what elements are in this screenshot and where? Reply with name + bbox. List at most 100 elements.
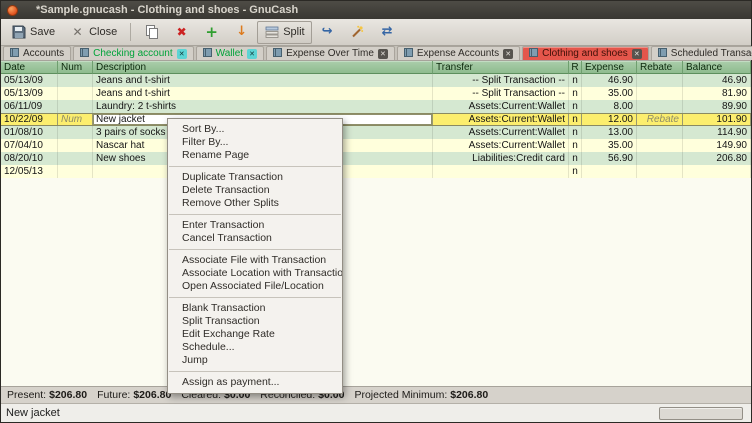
context-menu-item[interactable]: Edit Exchange Rate <box>168 328 342 341</box>
column-header-balance[interactable]: Balance <box>683 61 751 74</box>
tab-close-icon[interactable]: ✕ <box>177 49 187 59</box>
cell-description[interactable]: Jeans and t-shirt <box>93 74 433 87</box>
column-header-num[interactable]: Num <box>58 61 93 74</box>
cell-transfer[interactable] <box>433 165 569 178</box>
cell-date[interactable]: 10/22/09 <box>1 114 58 125</box>
column-header-rebate[interactable]: Rebate <box>637 61 683 74</box>
enter-transaction-button[interactable]: + <box>197 21 226 44</box>
cell-rebate[interactable] <box>637 139 683 152</box>
cell-date[interactable]: 06/11/09 <box>1 100 58 113</box>
cell-expense[interactable] <box>582 165 637 178</box>
cell-expense[interactable]: 46.90 <box>582 74 637 87</box>
context-menu-item[interactable]: Cancel Transaction <box>168 232 342 245</box>
cell-transfer[interactable]: Assets:Current:Wallet <box>433 114 569 125</box>
cell-num[interactable] <box>58 87 93 100</box>
context-menu-item[interactable]: Associate File with Transaction <box>168 254 342 267</box>
window-close-button[interactable] <box>7 5 18 16</box>
cell-transfer[interactable]: Liabilities:Credit card <box>433 152 569 165</box>
context-menu-item[interactable]: Duplicate Transaction <box>168 171 342 184</box>
cell-expense[interactable]: 13.00 <box>582 126 637 139</box>
cell-transfer[interactable]: -- Split Transaction -- <box>433 74 569 87</box>
close-button[interactable]: ✕ Close <box>63 21 124 44</box>
cell-num[interactable] <box>58 74 93 87</box>
transaction-row[interactable]: 01/08/10 3 pairs of socks Assets:Current… <box>1 126 751 139</box>
cell-date[interactable]: 07/04/10 <box>1 139 58 152</box>
column-header-reconcile[interactable]: R <box>569 61 582 74</box>
column-header-expense[interactable]: Expense <box>582 61 637 74</box>
context-menu-item[interactable]: Schedule... <box>168 341 342 354</box>
context-menu-item[interactable]: Rename Page <box>168 149 342 162</box>
cell-reconcile-flag[interactable]: n <box>569 126 582 139</box>
page-tab[interactable]: Scheduled Transactions ✕ <box>651 46 752 60</box>
cell-reconcile-flag[interactable]: n <box>569 100 582 113</box>
context-menu-item[interactable]: Blank Transaction <box>168 302 342 315</box>
cell-date[interactable]: 05/13/09 <box>1 87 58 100</box>
cell-reconcile-flag[interactable]: n <box>569 152 582 165</box>
context-menu-item[interactable]: Sort By... <box>168 123 342 136</box>
schedule-button[interactable] <box>343 21 372 44</box>
transaction-row[interactable]: 12/05/13 n <box>1 165 751 178</box>
context-menu-item[interactable]: Delete Transaction <box>168 184 342 197</box>
split-toggle-button[interactable]: Split <box>257 21 311 44</box>
cell-expense[interactable]: 56.90 <box>582 152 637 165</box>
cell-description[interactable]: Jeans and t-shirt <box>93 87 433 100</box>
page-tab[interactable]: Checking account ✕ <box>73 46 194 60</box>
transaction-row[interactable]: 06/11/09 Laundry: 2 t-shirts Assets:Curr… <box>1 100 751 113</box>
transaction-row[interactable]: 08/20/10 New shoes Liabilities:Credit ca… <box>1 152 751 165</box>
cell-num[interactable] <box>58 100 93 113</box>
context-menu-item[interactable]: Split Transaction <box>168 315 342 328</box>
cell-rebate[interactable] <box>637 87 683 100</box>
cell-rebate[interactable]: Rebate <box>637 114 683 125</box>
cell-transfer[interactable]: Assets:Current:Wallet <box>433 100 569 113</box>
titlebar[interactable]: *Sample.gnucash - Clothing and shoes - G… <box>1 1 751 19</box>
cell-transfer[interactable]: -- Split Transaction -- <box>433 87 569 100</box>
cell-rebate[interactable] <box>637 165 683 178</box>
column-header-transfer[interactable]: Transfer <box>433 61 569 74</box>
transfer-button[interactable]: ⇄ <box>373 21 402 44</box>
cell-expense[interactable]: 35.00 <box>582 139 637 152</box>
tab-close-icon[interactable]: ✕ <box>503 49 513 59</box>
context-menu-item[interactable]: Jump <box>168 354 342 367</box>
duplicate-transaction-button[interactable] <box>137 21 166 44</box>
tab-close-icon[interactable]: ✕ <box>632 49 642 59</box>
context-menu-item[interactable]: Remove Other Splits <box>168 197 342 210</box>
cell-date[interactable]: 01/08/10 <box>1 126 58 139</box>
transaction-row[interactable]: 05/13/09 Jeans and t-shirt -- Split Tran… <box>1 74 751 87</box>
cell-rebate[interactable] <box>637 74 683 87</box>
cell-rebate[interactable] <box>637 100 683 113</box>
tab-close-icon[interactable]: ✕ <box>247 49 257 59</box>
page-tab[interactable]: Expense Over Time ✕ <box>266 46 395 60</box>
cell-date[interactable]: 05/13/09 <box>1 74 58 87</box>
cell-rebate[interactable] <box>637 152 683 165</box>
page-tab[interactable]: Wallet ✕ <box>196 46 264 60</box>
cell-expense[interactable]: 35.00 <box>582 87 637 100</box>
context-menu-item[interactable]: Open Associated File/Location <box>168 280 342 293</box>
save-button[interactable]: Save <box>4 21 62 44</box>
context-menu-item[interactable]: Enter Transaction <box>168 219 342 232</box>
cell-reconcile-flag[interactable]: n <box>569 74 582 87</box>
cell-reconcile-flag[interactable]: n <box>569 114 582 125</box>
cell-num[interactable]: Num <box>58 114 93 125</box>
page-tab[interactable]: Accounts ✕ <box>3 46 71 60</box>
cell-transfer[interactable]: Assets:Current:Wallet <box>433 126 569 139</box>
transaction-row[interactable]: 05/13/09 Jeans and t-shirt -- Split Tran… <box>1 87 751 100</box>
cell-num[interactable] <box>58 139 93 152</box>
cell-rebate[interactable] <box>637 126 683 139</box>
column-header-description[interactable]: Description <box>93 61 433 74</box>
cell-date[interactable]: 12/05/13 <box>1 165 58 178</box>
context-menu-item[interactable]: Associate Location with Transaction <box>168 267 342 280</box>
column-header-date[interactable]: Date <box>1 61 58 74</box>
context-menu-item[interactable]: Filter By... <box>168 136 342 149</box>
tab-close-icon[interactable]: ✕ <box>378 49 388 59</box>
context-menu-item[interactable]: Assign as payment... <box>168 376 342 389</box>
page-tab[interactable]: Expense Accounts ✕ <box>397 46 520 60</box>
cell-reconcile-flag[interactable]: n <box>569 165 582 178</box>
cell-num[interactable] <box>58 126 93 139</box>
cell-num[interactable] <box>58 165 93 178</box>
cell-transfer[interactable]: Assets:Current:Wallet <box>433 139 569 152</box>
cell-description[interactable]: Laundry: 2 t-shirts <box>93 100 433 113</box>
cell-reconcile-flag[interactable]: n <box>569 87 582 100</box>
cell-reconcile-flag[interactable]: n <box>569 139 582 152</box>
blank-transaction-button[interactable]: ↓ <box>227 21 256 44</box>
cell-expense[interactable]: 12.00 <box>582 114 637 125</box>
